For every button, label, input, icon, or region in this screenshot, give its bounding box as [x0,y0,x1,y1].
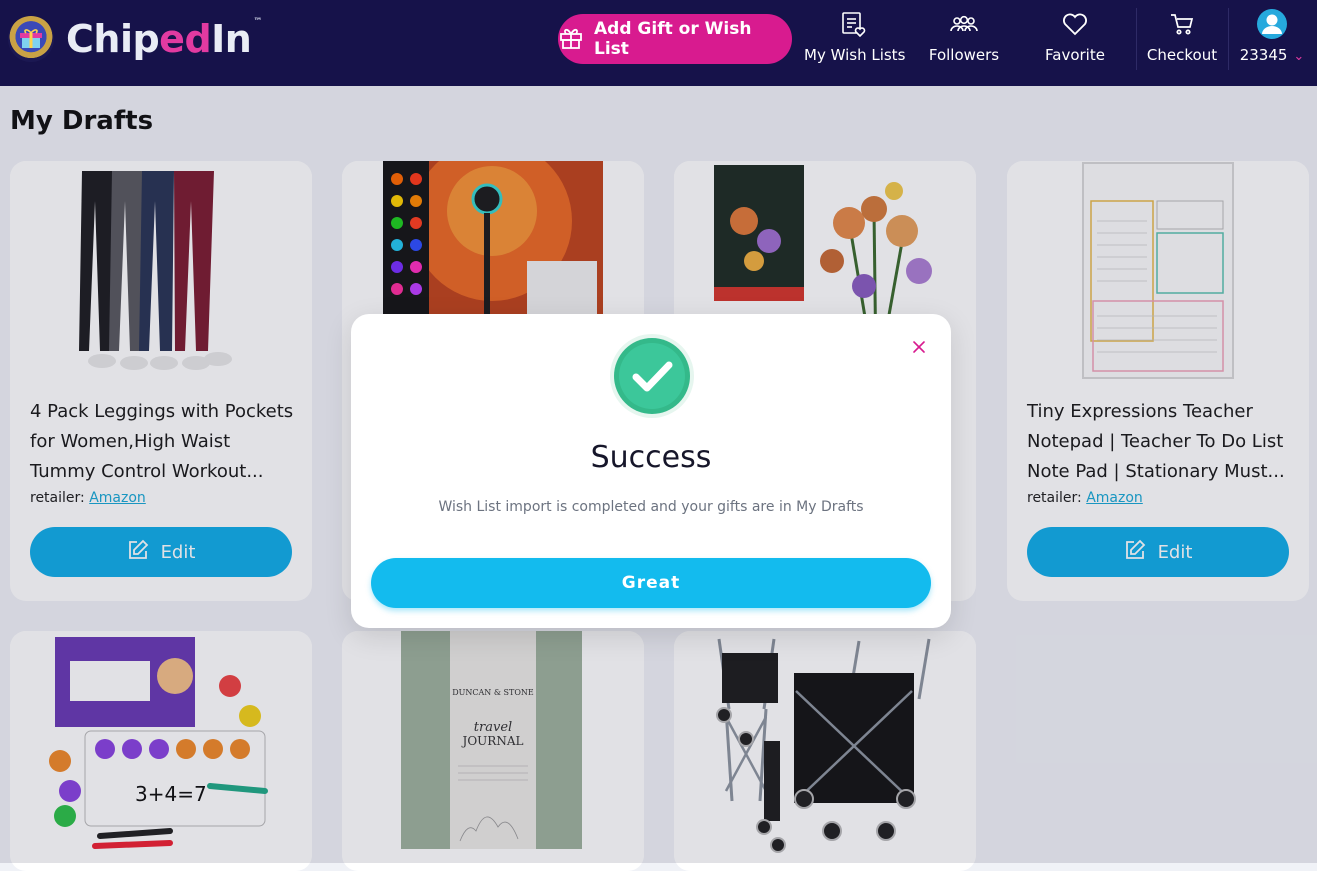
gift-icon [558,24,584,55]
avatar [1232,8,1312,40]
user-id-label: 23345 [1239,46,1288,64]
nav-favorite[interactable]: Favorite [1036,8,1114,78]
nav-favorite-label: Favorite [1045,46,1105,64]
cart-icon [1144,8,1220,40]
add-gift-label: Add Gift or Wish List [594,19,752,59]
top-navigation-bar: ChipedIn ™ Add Gift or Wish List My Wish … [0,0,1317,86]
nav-divider [1136,8,1137,70]
nav-checkout[interactable]: Checkout [1144,8,1220,78]
nav-checkout-label: Checkout [1146,46,1218,64]
followers-icon [918,8,1010,40]
success-dialog: Success Wish List import is completed an… [351,314,951,628]
nav-divider [1228,8,1229,70]
heart-icon [1036,8,1114,40]
nav-my-wish-lists-label: My Wish Lists [804,46,906,64]
chevron-down-icon: ⌄ [1293,49,1305,64]
nav-followers-label: Followers [928,46,1000,64]
wish-list-icon [804,8,904,40]
add-gift-or-wish-list-button[interactable]: Add Gift or Wish List [558,14,792,64]
great-button[interactable]: Great [371,558,931,608]
check-circle-icon [609,333,695,423]
nav-followers[interactable]: Followers [918,8,1010,78]
dialog-title: Success [590,440,712,475]
close-icon[interactable] [911,339,927,355]
nav-my-wish-lists[interactable]: My Wish Lists [804,8,906,78]
chipedin-logo[interactable]: ChipedIn ™ [8,14,262,64]
nav-user-menu[interactable]: 23345 ⌄ [1232,8,1312,78]
logo-wordmark: ChipedIn ™ [66,17,262,61]
gift-logo-icon [8,16,54,62]
dialog-message: Wish List import is completed and your g… [438,499,864,515]
